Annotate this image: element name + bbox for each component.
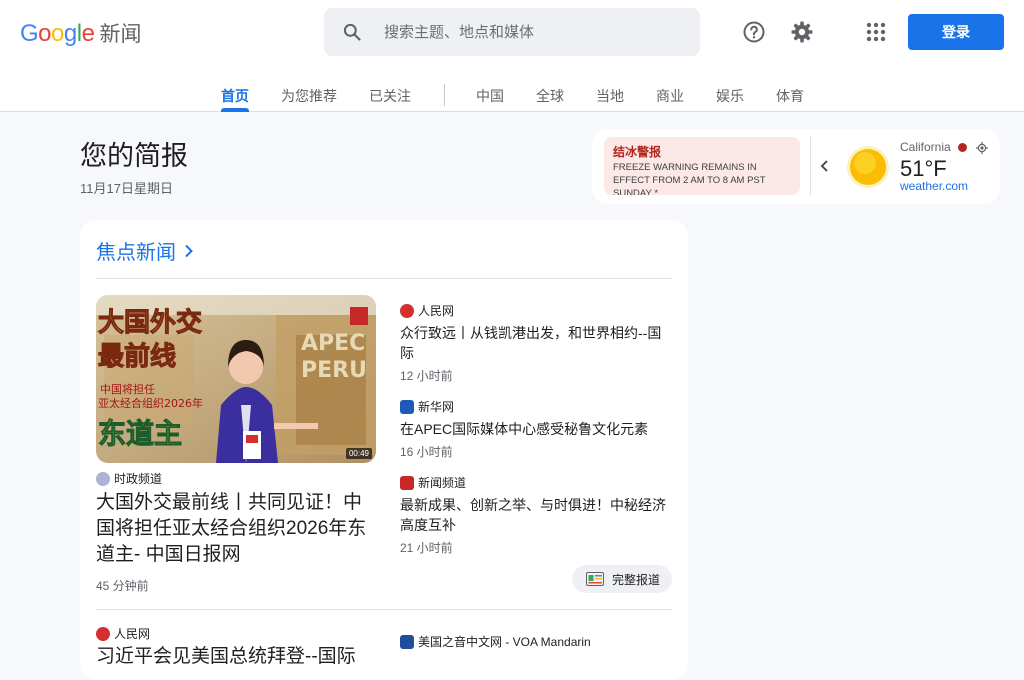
- product-name: 新闻: [99, 23, 142, 46]
- related-story-headline[interactable]: 最新成果、创新之举、与时俱进！中秘经济高度互补: [400, 495, 670, 535]
- story-video-thumbnail[interactable]: 大国外交 最前线 中国将担任 亚太经合组织2026年 东道主 APEC PERU…: [96, 295, 376, 463]
- source-name: 美国之音中文网 - VOA Mandarin: [418, 635, 591, 649]
- main-story-headline[interactable]: 大国外交最前线丨共同见证！中国将担任亚太经合组织2026年东道主- 中国日报网: [96, 490, 378, 568]
- active-tab-indicator: [221, 108, 249, 112]
- tab-following[interactable]: 已关注: [369, 86, 411, 106]
- weather-alert[interactable]: 结冰警报 FREEZE WARNING REMAINS IN EFFECT FR…: [604, 137, 800, 195]
- login-button[interactable]: 登录: [908, 14, 1004, 50]
- top-bar: Google 新闻 搜索主题、地点和媒体 登录 首页 为您推荐 已关注 中国 全…: [0, 0, 1024, 112]
- tab-business[interactable]: 商业: [656, 86, 684, 106]
- related-story-source[interactable]: 新闻频道: [400, 474, 466, 491]
- video-duration: 00:49: [345, 448, 372, 459]
- next-story-source[interactable]: 人民网: [96, 625, 150, 642]
- weather-location: California: [900, 140, 951, 154]
- chevron-left-icon[interactable]: [818, 159, 832, 173]
- renmin-logo-icon: [96, 626, 110, 641]
- source-name: 新华网: [418, 400, 455, 414]
- main-story-time: 45 分钟前: [96, 579, 149, 593]
- related-story-time: 12 小时前: [400, 369, 453, 383]
- source-logo-icon: [96, 471, 110, 486]
- tab-sports[interactable]: 体育: [776, 86, 804, 106]
- weather-source-link[interactable]: weather.com: [900, 179, 968, 193]
- briefing-date: 11月17日星期日: [80, 181, 173, 196]
- tab-china[interactable]: 中国: [476, 86, 504, 106]
- related-story-headline[interactable]: 众行致远丨从钱凯港出发，和世界相约--国际: [400, 323, 670, 363]
- full-coverage-button[interactable]: 完整报道: [572, 565, 672, 593]
- chevron-right-icon: [185, 244, 193, 257]
- help-icon[interactable]: [742, 20, 766, 44]
- main-story-source[interactable]: 时政频道: [96, 470, 162, 487]
- top-stories-card: 焦点新闻 大国外交 最前线 中国将担任 亚太经合组织2026年 东道主 APEC…: [80, 220, 688, 680]
- next-story-headline[interactable]: 习近平会见美国总统拜登--国际: [96, 644, 378, 670]
- divider: [96, 609, 672, 610]
- related-story-time: 21 小时前: [400, 541, 453, 555]
- tab-divider: [444, 84, 445, 106]
- tab-entertainment[interactable]: 娱乐: [716, 86, 744, 106]
- source-name: 时政频道: [114, 472, 163, 486]
- related-story-time: 16 小时前: [400, 445, 453, 459]
- source-name: 人民网: [418, 304, 455, 318]
- related-story-source[interactable]: 人民网: [400, 302, 454, 319]
- tab-world[interactable]: 全球: [536, 86, 564, 106]
- location-target-icon[interactable]: [976, 142, 988, 154]
- google-news-logo[interactable]: Google 新闻: [20, 18, 141, 48]
- settings-gear-icon[interactable]: [790, 20, 814, 44]
- alert-title: 结冰警报: [613, 145, 662, 159]
- search-box[interactable]: [324, 8, 700, 56]
- renmin-logo-icon: [400, 303, 414, 318]
- svg-text:亚太经合组织2026年: 亚太经合组织2026年: [98, 396, 203, 410]
- full-coverage-label: 完整报道: [612, 572, 661, 587]
- google-wordmark: Google: [20, 20, 95, 47]
- search-input[interactable]: [382, 22, 676, 42]
- svg-text:东道主: 东道主: [98, 417, 182, 450]
- alert-text: FREEZE WARNING REMAINS IN EFFECT FROM 2 …: [613, 162, 766, 195]
- weather-card[interactable]: 结冰警报 FREEZE WARNING REMAINS IN EFFECT FR…: [592, 129, 1000, 204]
- voa-logo-icon: [400, 634, 414, 649]
- full-coverage-icon: [586, 572, 604, 586]
- related-story-headline[interactable]: 在APEC国际媒体中心感受秘鲁文化元素: [400, 419, 670, 439]
- cctv-news-logo-icon: [400, 475, 414, 490]
- sunny-weather-icon: [847, 146, 889, 188]
- svg-text:中国将担任: 中国将担任: [100, 382, 155, 396]
- related-story-source[interactable]: 新华网: [400, 398, 454, 415]
- top-stories-heading[interactable]: 焦点新闻: [96, 236, 196, 265]
- xinhua-logo-icon: [400, 399, 414, 414]
- source-name: 人民网: [114, 627, 151, 641]
- apps-grid-icon[interactable]: [864, 20, 888, 44]
- video-thumbnail-image: 大国外交 最前线 中国将担任 亚太经合组织2026年 东道主 APEC PERU: [96, 295, 376, 463]
- weather-divider: [810, 137, 811, 195]
- divider: [96, 278, 672, 279]
- svg-text:APEC: APEC: [301, 331, 365, 356]
- source-name: 新闻频道: [418, 476, 467, 490]
- next-related-source[interactable]: 美国之音中文网 - VOA Mandarin: [400, 633, 591, 650]
- tab-home[interactable]: 首页: [221, 86, 249, 106]
- tab-for-you[interactable]: 为您推荐: [281, 86, 337, 106]
- svg-text:PERU: PERU: [301, 358, 367, 383]
- tab-local[interactable]: 当地: [596, 86, 624, 106]
- nav-tabs: 首页 为您推荐 已关注 中国 全球 当地 商业 娱乐 体育: [0, 84, 1024, 112]
- search-icon[interactable]: [342, 22, 362, 42]
- alert-indicator-icon: [958, 143, 967, 152]
- svg-text:大国外交: 大国外交: [98, 307, 202, 338]
- briefing-title: 您的简报: [80, 141, 188, 171]
- svg-text:最前线: 最前线: [98, 341, 176, 372]
- top-stories-title: 焦点新闻: [96, 242, 176, 264]
